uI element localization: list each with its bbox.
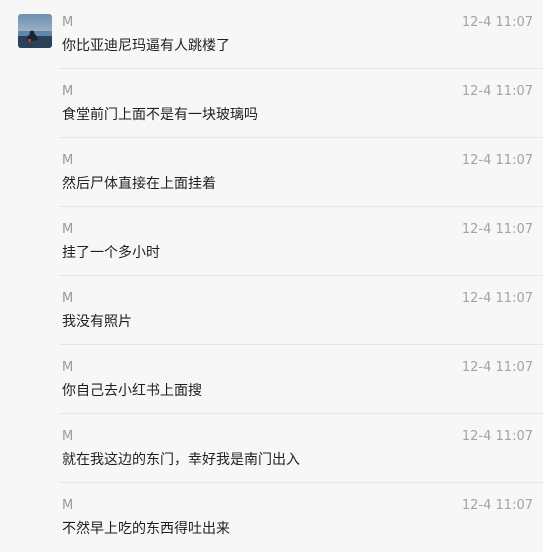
sender-name: M [62, 498, 74, 513]
message-text: 你自己去小红书上面搜 [62, 383, 202, 399]
message-text: 就在我这边的东门，幸好我是南门出入 [62, 452, 300, 468]
avatar[interactable] [18, 14, 52, 48]
sender-name: M [62, 429, 74, 444]
message-item[interactable]: M 12-4 11:07 你比亚迪尼玛逼有人跳楼了 [0, 0, 543, 69]
message-timestamp: 12-4 11:07 [461, 15, 533, 30]
message-timestamp: 12-4 11:07 [461, 84, 533, 99]
message-text: 挂了一个多小时 [62, 245, 160, 261]
sender-name: M [62, 15, 74, 30]
message-timestamp: 12-4 11:07 [461, 291, 533, 306]
message-timestamp: 12-4 11:07 [461, 429, 533, 444]
message-item[interactable]: M 12-4 11:07 我没有照片 [0, 276, 543, 345]
sender-name: M [62, 153, 74, 168]
sender-name: M [62, 84, 74, 99]
message-text: 你比亚迪尼玛逼有人跳楼了 [62, 38, 230, 54]
message-item[interactable]: M 12-4 11:07 你自己去小红书上面搜 [0, 345, 543, 414]
message-timestamp: 12-4 11:07 [461, 222, 533, 237]
message-item[interactable]: M 12-4 11:07 挂了一个多小时 [0, 207, 543, 276]
sender-name: M [62, 360, 74, 375]
message-item[interactable]: M 12-4 11:07 不然早上吃的东西得吐出来 [0, 483, 543, 552]
message-timestamp: 12-4 11:07 [461, 498, 533, 513]
sender-name: M [62, 291, 74, 306]
message-text: 食堂前门上面不是有一块玻璃吗 [62, 107, 258, 123]
message-timestamp: 12-4 11:07 [461, 360, 533, 375]
message-item[interactable]: M 12-4 11:07 食堂前门上面不是有一块玻璃吗 [0, 69, 543, 138]
message-text: 我没有照片 [62, 314, 132, 330]
avatar-image [18, 14, 52, 48]
message-item[interactable]: M 12-4 11:07 然后尸体直接在上面挂着 [0, 138, 543, 207]
message-text: 不然早上吃的东西得吐出来 [62, 521, 230, 537]
message-item[interactable]: M 12-4 11:07 就在我这边的东门，幸好我是南门出入 [0, 414, 543, 483]
chat-message-list: M 12-4 11:07 你比亚迪尼玛逼有人跳楼了 M 12-4 11:07 食… [0, 0, 543, 548]
sender-name: M [62, 222, 74, 237]
message-text: 然后尸体直接在上面挂着 [62, 176, 216, 192]
message-timestamp: 12-4 11:07 [461, 153, 533, 168]
